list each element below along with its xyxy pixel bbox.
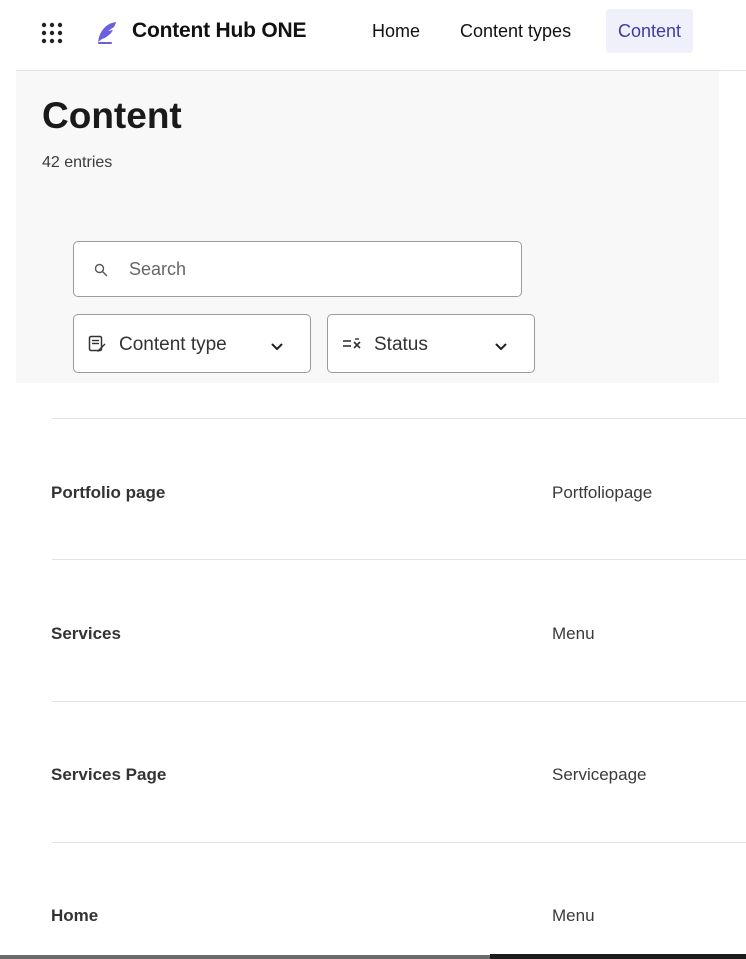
entry-name[interactable]: Services (51, 624, 121, 644)
row-divider (52, 842, 746, 843)
content-header-panel: Content 42 entries Content type (16, 71, 719, 383)
nav-item-content-types[interactable]: Content types (448, 9, 583, 53)
status-filter-icon (342, 335, 361, 353)
nav-item-content[interactable]: Content (606, 9, 694, 53)
entry-content-type: Portfoliopage (552, 483, 653, 502)
table-row[interactable]: Services Page Servicepage (0, 765, 746, 905)
search-box[interactable] (73, 241, 522, 297)
quill-logo-icon (94, 20, 120, 46)
table-row[interactable]: Home Menu (0, 906, 746, 950)
entry-name[interactable]: Portfolio page (51, 483, 165, 503)
status-filter[interactable]: Status (327, 314, 535, 373)
chevron-down-icon (495, 339, 507, 350)
page-title: Content (42, 95, 182, 136)
table-row[interactable]: Portfolio page Portfoliopage (0, 483, 746, 623)
horizontal-scrollbar-thumb[interactable] (490, 954, 746, 959)
search-icon (94, 263, 108, 277)
horizontal-scrollbar-track[interactable] (0, 955, 490, 959)
table-row[interactable]: Services Menu (0, 624, 746, 764)
entry-name[interactable]: Home (51, 906, 98, 926)
row-divider (52, 701, 746, 702)
status-filter-label: Status (374, 334, 428, 355)
row-divider (52, 559, 746, 560)
app-launcher-icon[interactable] (40, 22, 66, 44)
entry-content-type: Menu (552, 624, 595, 643)
entry-count: 42 entries (42, 154, 113, 171)
content-type-filter-label: Content type (119, 334, 227, 355)
content-type-filter[interactable]: Content type (73, 314, 311, 373)
top-navigation: Content Hub ONE Home Content types Conte… (0, 0, 746, 64)
search-input[interactable] (129, 256, 509, 282)
app-brand-title: Content Hub ONE (132, 19, 307, 42)
entry-name[interactable]: Services Page (51, 765, 166, 785)
nav-item-home[interactable]: Home (360, 9, 432, 53)
chevron-down-icon (271, 339, 283, 350)
entry-content-type: Servicepage (552, 765, 647, 784)
row-divider (52, 418, 746, 419)
document-edit-icon (88, 335, 106, 353)
entry-content-type: Menu (552, 906, 595, 925)
